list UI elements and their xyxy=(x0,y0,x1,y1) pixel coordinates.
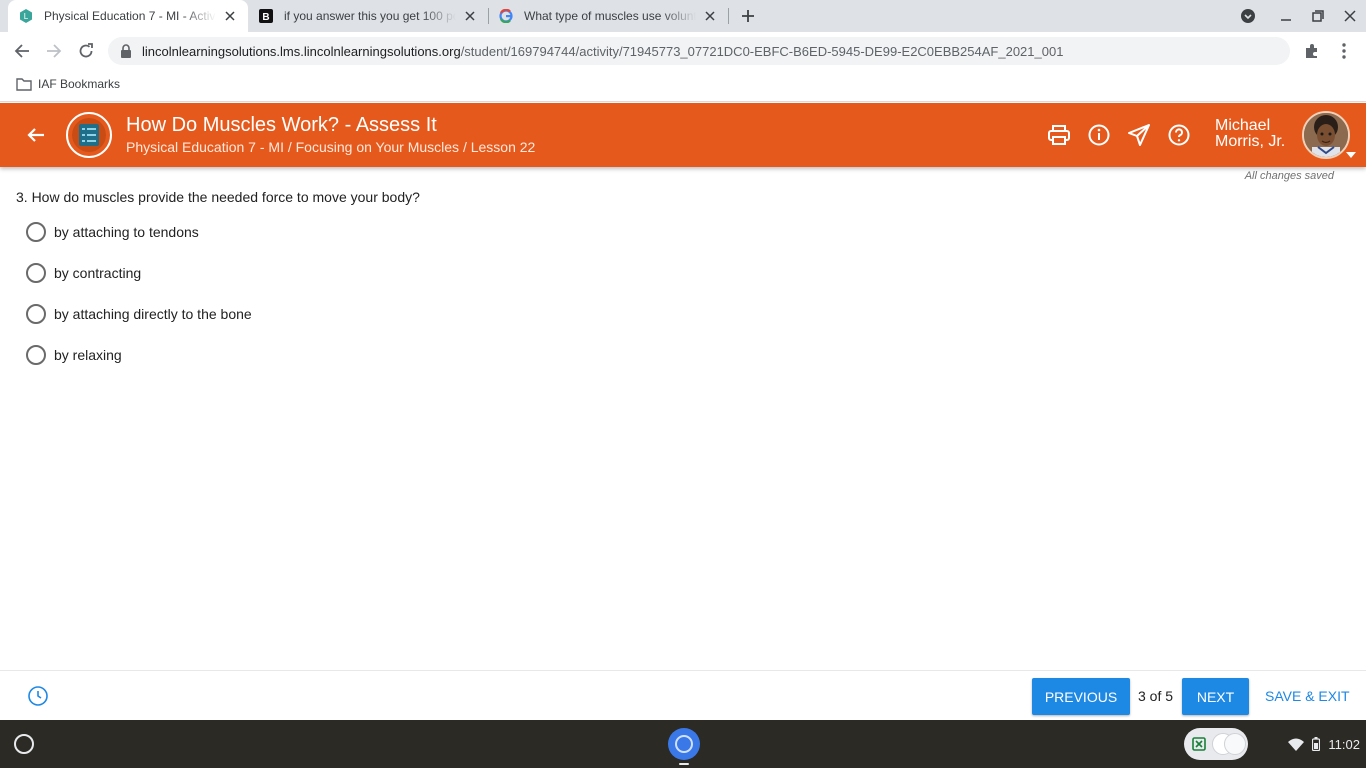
holding-space-tray[interactable] xyxy=(1184,728,1248,760)
url-host: lincolnlearningsolutions.lms.lincolnlear… xyxy=(142,43,461,59)
close-icon[interactable] xyxy=(222,8,238,24)
tab-title: Physical Education 7 - MI - Activity xyxy=(44,9,216,23)
os-shelf: 11:02 xyxy=(0,720,1366,768)
back-arrow-icon[interactable] xyxy=(24,123,48,147)
user-last-name: Morris, Jr. xyxy=(1215,133,1286,150)
close-window-icon[interactable] xyxy=(1340,6,1360,26)
user-name[interactable]: Michael Morris, Jr. xyxy=(1215,118,1285,150)
lesson-badge xyxy=(66,112,112,158)
answer-option-1[interactable]: by attaching to tendons xyxy=(26,222,199,242)
chrome-browser-icon[interactable] xyxy=(668,728,700,760)
back-arrow-icon[interactable] xyxy=(11,40,33,62)
clock-icon[interactable] xyxy=(27,685,49,707)
save-exit-button[interactable]: SAVE & EXIT xyxy=(1265,688,1350,704)
assessment-list-icon xyxy=(72,118,106,152)
tab-brainly[interactable]: B if you answer this you get 100 points xyxy=(248,0,488,32)
tab-google-search[interactable]: What type of muscles use voluntary xyxy=(488,0,728,32)
chevron-down-icon[interactable] xyxy=(1346,152,1356,158)
close-icon[interactable] xyxy=(462,8,478,24)
tab-title: What type of muscles use voluntary xyxy=(524,9,696,23)
lincoln-favicon-icon: L xyxy=(18,8,34,24)
tab-title: if you answer this you get 100 points xyxy=(284,9,456,23)
activity-header: How Do Muscles Work? - Assess It Physica… xyxy=(0,103,1366,167)
new-tab-button[interactable] xyxy=(738,6,758,26)
breadcrumb: Physical Education 7 - MI / Focusing on … xyxy=(126,139,536,155)
help-icon[interactable] xyxy=(1167,123,1191,147)
avatar[interactable] xyxy=(1302,111,1350,159)
answer-label: by attaching directly to the bone xyxy=(54,306,252,322)
user-first-name: Michael xyxy=(1215,117,1271,134)
tab-search-icon[interactable] xyxy=(1238,6,1258,26)
browser-tab-strip: L Physical Education 7 - MI - Activity B… xyxy=(0,0,1366,32)
svg-text:B: B xyxy=(262,12,269,23)
radio-button[interactable] xyxy=(26,263,46,283)
wifi-icon xyxy=(1288,738,1305,751)
folder-icon xyxy=(16,78,32,91)
activity-footer: PREVIOUS 3 of 5 NEXT SAVE & EXIT xyxy=(0,670,1366,720)
question-text: 3. How do muscles provide the needed for… xyxy=(16,189,420,205)
lock-icon xyxy=(120,44,134,58)
restore-icon[interactable] xyxy=(1308,6,1328,26)
running-indicator xyxy=(679,763,689,765)
sheets-file-icon xyxy=(1192,737,1206,751)
bookmarks-bar: IAF Bookmarks xyxy=(0,70,1366,102)
bookmark-folder[interactable]: IAF Bookmarks xyxy=(16,77,120,91)
answer-option-3[interactable]: by attaching directly to the bone xyxy=(26,304,252,324)
answer-label: by attaching to tendons xyxy=(54,224,199,240)
answer-option-4[interactable]: by relaxing xyxy=(26,345,122,365)
more-menu-icon[interactable] xyxy=(1333,40,1355,62)
bookmark-label: IAF Bookmarks xyxy=(38,77,121,91)
brainly-favicon-icon: B xyxy=(258,8,274,24)
close-icon[interactable] xyxy=(702,8,718,24)
battery-icon xyxy=(1312,737,1321,751)
status-tray[interactable]: 11:02 xyxy=(1260,728,1360,760)
page-indicator: 3 of 5 xyxy=(1138,688,1174,704)
address-bar[interactable]: lincolnlearningsolutions.lms.lincolnlear… xyxy=(108,37,1290,65)
svg-text:L: L xyxy=(24,12,29,21)
print-icon[interactable] xyxy=(1047,123,1071,147)
answer-option-2[interactable]: by contracting xyxy=(26,263,141,283)
url-path: /student/169794744/activity/71945773_077… xyxy=(460,43,1064,59)
extensions-icon[interactable] xyxy=(1301,40,1323,62)
minimize-icon[interactable] xyxy=(1276,6,1296,26)
previous-button[interactable]: PREVIOUS xyxy=(1032,678,1130,715)
forward-arrow-icon[interactable] xyxy=(43,40,65,62)
answer-label: by contracting xyxy=(54,265,142,281)
file-thumbnail xyxy=(1224,733,1246,755)
clock-time: 11:02 xyxy=(1328,736,1360,752)
send-icon[interactable] xyxy=(1127,123,1151,147)
tab-physical-education[interactable]: L Physical Education 7 - MI - Activity xyxy=(8,0,248,32)
next-button[interactable]: NEXT xyxy=(1182,678,1249,715)
launcher-icon[interactable] xyxy=(14,734,34,754)
page-title: How Do Muscles Work? - Assess It xyxy=(126,114,437,136)
google-favicon-icon xyxy=(498,8,514,24)
browser-toolbar: lincolnlearningsolutions.lms.lincolnlear… xyxy=(0,32,1366,70)
radio-button[interactable] xyxy=(26,345,46,365)
tab-separator xyxy=(728,8,729,24)
reload-icon[interactable] xyxy=(75,40,97,62)
info-icon[interactable] xyxy=(1087,123,1111,147)
save-status: All changes saved xyxy=(1244,170,1334,182)
radio-button[interactable] xyxy=(26,304,46,324)
radio-button[interactable] xyxy=(26,222,46,242)
answer-label: by relaxing xyxy=(54,347,122,363)
